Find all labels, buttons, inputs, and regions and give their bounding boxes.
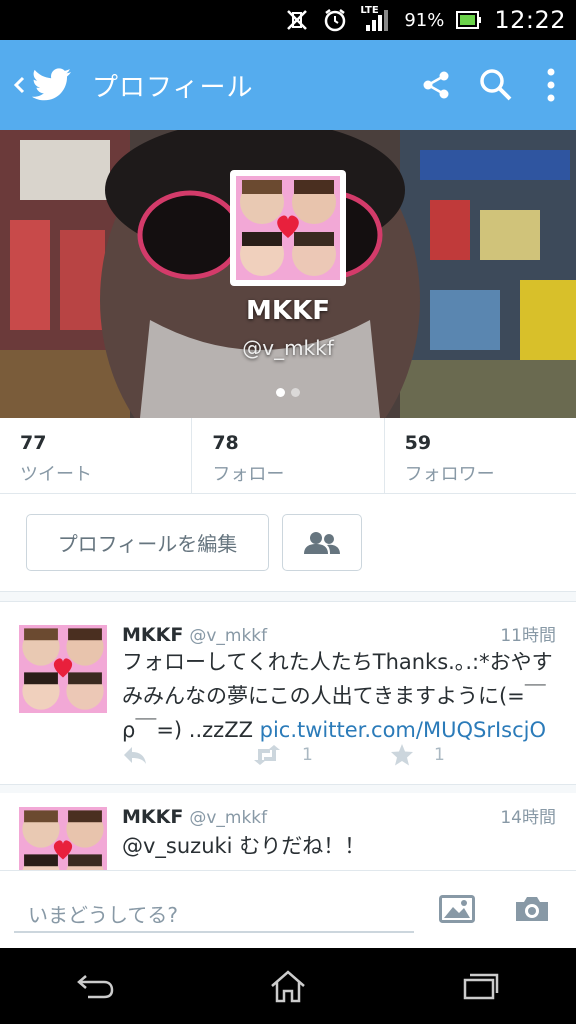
profile-handle: @v_mkkf xyxy=(242,336,334,360)
recents-icon xyxy=(463,973,499,1000)
stat-label: フォロワー xyxy=(404,464,495,485)
camera-icon xyxy=(516,897,548,921)
nav-recents-button[interactable] xyxy=(440,948,520,1024)
profile-actions: プロフィールを編集 xyxy=(0,494,576,592)
network-type: LTE xyxy=(360,5,379,16)
image-icon xyxy=(439,895,475,923)
retweet-count: 1 xyxy=(302,745,313,765)
tweet-avatar[interactable] xyxy=(19,625,107,713)
tweet-actions: 1 1 xyxy=(122,743,445,767)
tweet-timestamp: 11時間 xyxy=(500,626,556,646)
stat-label: ツイート xyxy=(20,464,92,485)
tweet-text: フォローしてくれた人たちThanks.｡.:*おやすみみんなの夢にこの人出てきま… xyxy=(122,645,556,747)
app-bar: プロフィール xyxy=(0,40,576,130)
tweet-author-name[interactable]: MKKF xyxy=(122,806,183,828)
page-dot-active xyxy=(276,388,285,397)
stat-count: 77 xyxy=(20,432,47,454)
overflow-menu-button[interactable] xyxy=(526,40,576,130)
tweet-timestamp: 14時間 xyxy=(500,808,556,828)
nav-back-button[interactable] xyxy=(56,948,136,1024)
clock: 12:22 xyxy=(494,6,566,34)
alarm-icon xyxy=(322,7,348,33)
stat-followers[interactable]: 59 フォロワー xyxy=(385,418,576,493)
tweet-author-name[interactable]: MKKF xyxy=(122,624,183,646)
reply-button[interactable] xyxy=(122,745,252,765)
home-icon xyxy=(271,970,305,1003)
tweet-text: @v_suzuki むりだね！！ xyxy=(122,829,556,863)
share-icon xyxy=(423,71,449,99)
find-friends-button[interactable] xyxy=(282,514,362,571)
stat-label: フォロー xyxy=(212,464,285,485)
edit-profile-button[interactable]: プロフィールを編集 xyxy=(26,514,269,571)
tweet[interactable]: MKKF @v_mkkf 11時間 フォローしてくれた人たちThanks.｡.:… xyxy=(0,603,576,785)
tweet-header: MKKF @v_mkkf 11時間 xyxy=(122,621,556,646)
tweet-avatar[interactable] xyxy=(19,807,107,874)
status-bar: LTE 91% 12:22 xyxy=(0,0,576,40)
reply-icon xyxy=(124,747,146,764)
tweet-media-link[interactable]: pic.twitter.com/MUQSrIscjO xyxy=(260,718,546,742)
tweet-header: MKKF @v_mkkf 14時間 xyxy=(122,803,556,828)
add-photo-button[interactable] xyxy=(437,889,477,929)
section-divider xyxy=(0,592,576,602)
stat-count: 59 xyxy=(404,432,432,454)
page-dot xyxy=(291,388,300,397)
favorite-count: 1 xyxy=(434,745,445,765)
avatar-image xyxy=(236,176,340,280)
page-title: プロフィール xyxy=(92,72,254,103)
back-icon xyxy=(77,975,114,999)
compose-input[interactable]: いまどうしてる? xyxy=(14,889,414,933)
tweet-author-handle[interactable]: @v_mkkf xyxy=(189,626,267,646)
compose-bar: いまどうしてる? xyxy=(0,870,576,948)
profile-name: MKKF xyxy=(246,296,330,326)
battery-icon xyxy=(456,7,482,33)
more-vertical-icon xyxy=(547,68,555,102)
stat-tweets[interactable]: 77 ツイート xyxy=(0,418,193,493)
back-button[interactable] xyxy=(0,40,30,130)
tweet[interactable]: MKKF @v_mkkf 14時間 @v_suzuki むりだね！！ xyxy=(0,785,576,875)
tweet-body: むりだね！！ xyxy=(232,834,366,858)
favorite-button[interactable]: 1 xyxy=(390,743,445,767)
profile-avatar[interactable] xyxy=(230,170,346,286)
retweet-button[interactable]: 1 xyxy=(252,745,390,765)
camera-button[interactable] xyxy=(512,889,552,929)
signal-icon: LTE xyxy=(360,5,392,33)
stat-following[interactable]: 78 フォロー xyxy=(192,418,385,493)
battery-percent: 91% xyxy=(404,9,445,31)
chevron-left-icon xyxy=(13,76,25,94)
tweet-mention[interactable]: @v_suzuki xyxy=(122,834,233,858)
profile-stats: 77 ツイート 78 フォロー 59 フォロワー xyxy=(0,418,576,494)
tweet-author-handle[interactable]: @v_mkkf xyxy=(189,808,267,828)
stat-count: 78 xyxy=(212,432,239,454)
people-icon xyxy=(304,531,340,554)
search-icon xyxy=(480,69,512,101)
system-nav-bar xyxy=(0,948,576,1024)
search-button[interactable] xyxy=(466,40,526,130)
nav-home-button[interactable] xyxy=(248,948,328,1024)
share-button[interactable] xyxy=(406,40,466,130)
retweet-icon xyxy=(254,745,280,765)
banner-page-indicator xyxy=(0,388,576,397)
star-icon xyxy=(391,744,413,766)
twitter-bird-icon[interactable] xyxy=(32,62,78,108)
profile-banner[interactable]: MKKF @v_mkkf xyxy=(0,130,576,418)
vibrate-off-icon xyxy=(284,7,310,33)
